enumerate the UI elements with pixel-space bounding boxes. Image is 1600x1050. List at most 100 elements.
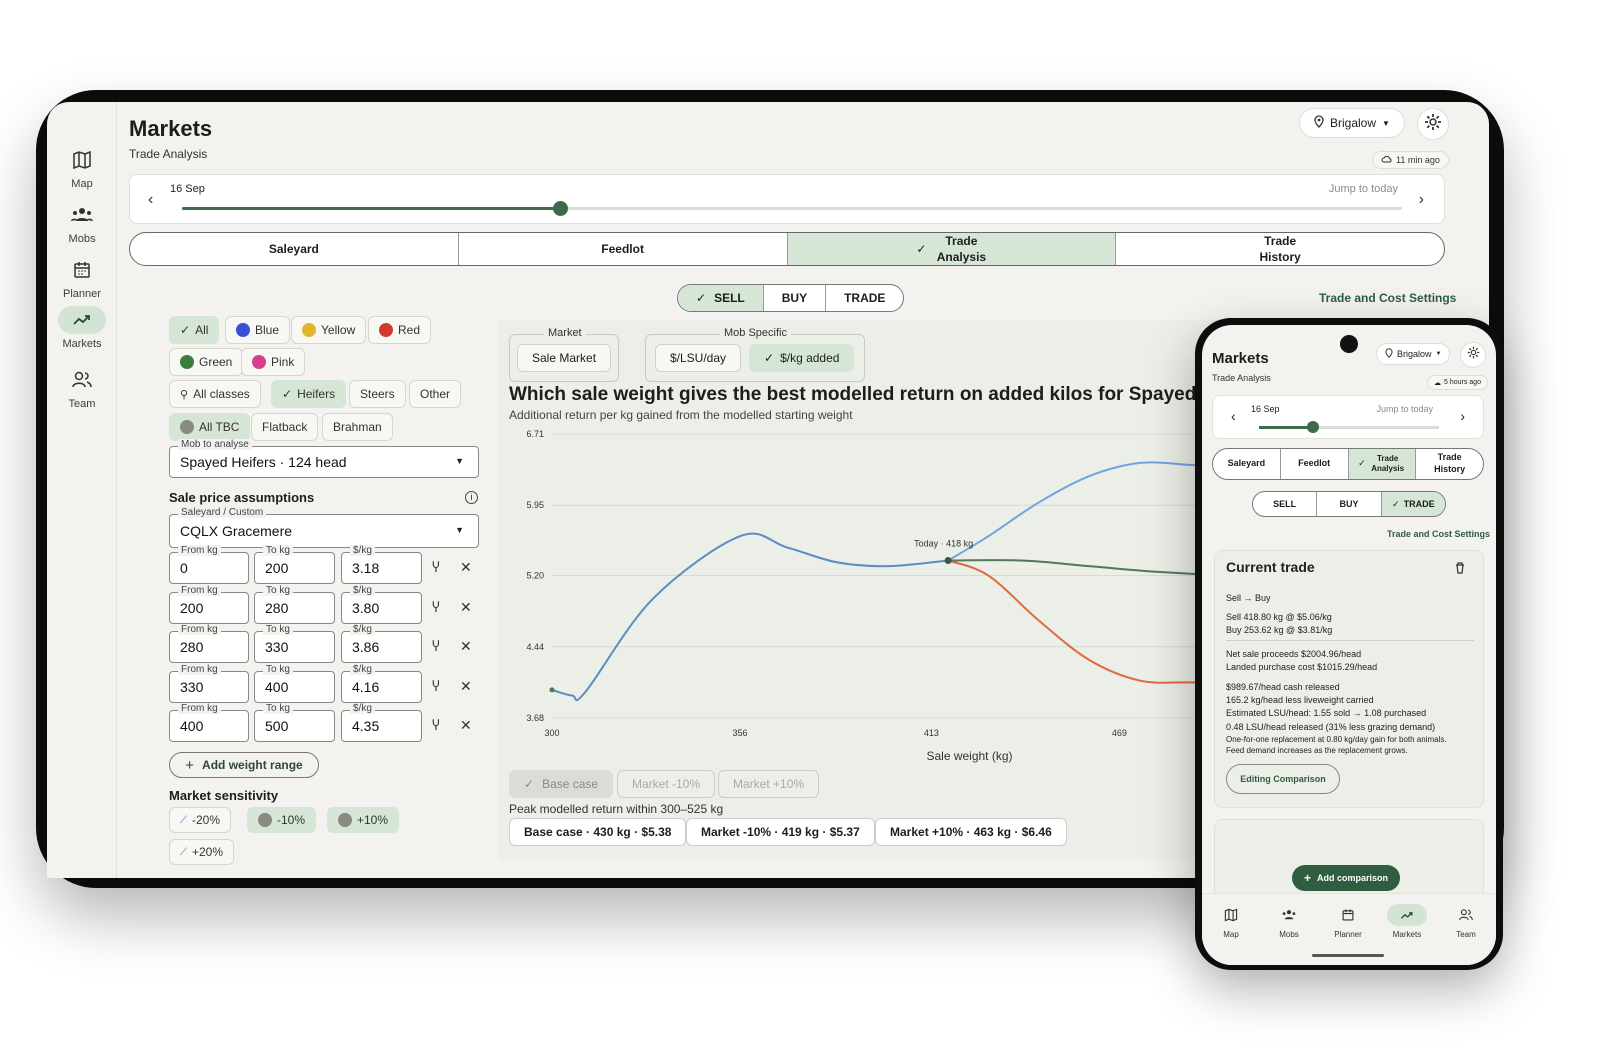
date-slider[interactable]: [182, 201, 1402, 216]
mob-select[interactable]: Mob to analyse Spayed Heifers · 124 head…: [169, 439, 479, 478]
nav-item-mobs[interactable]: Mobs: [47, 201, 117, 245]
filter-chip-brahman[interactable]: Brahman: [322, 413, 393, 441]
nav-item-map[interactable]: Map: [1202, 904, 1260, 939]
tab-trade-analysis[interactable]: ✓ Trade Analysis: [1348, 449, 1417, 479]
split-range-icon[interactable]: Ⴤ: [432, 639, 440, 655]
trade-cost-settings-link[interactable]: Trade and Cost Settings: [1319, 291, 1456, 305]
filter-chip-blue[interactable]: Blue: [225, 316, 291, 344]
info-icon[interactable]: i: [465, 491, 478, 504]
nav-label: Planner: [1334, 930, 1362, 939]
split-range-icon[interactable]: Ⴤ: [432, 600, 440, 616]
chevron-left-icon[interactable]: ‹: [148, 191, 153, 209]
chevron-right-icon[interactable]: ›: [1460, 408, 1465, 424]
phone-settings-button[interactable]: [1460, 342, 1486, 368]
settings-button[interactable]: [1417, 108, 1449, 140]
tab-trade-history[interactable]: Trade History: [1116, 233, 1444, 265]
phone-date-slider[interactable]: [1259, 421, 1439, 433]
split-range-icon[interactable]: Ⴤ: [432, 560, 440, 576]
nav-item-markets[interactable]: Markets: [1378, 904, 1436, 939]
sensitivity-chip-minus10[interactable]: -10%: [247, 807, 317, 833]
chevron-left-icon[interactable]: ‹: [1231, 408, 1236, 424]
nav-item-mobs[interactable]: Mobs: [1260, 904, 1318, 939]
jump-to-today[interactable]: Jump to today: [1376, 404, 1433, 414]
phone-trade-cost-settings-link[interactable]: Trade and Cost Settings: [1387, 529, 1490, 539]
slider-thumb[interactable]: [553, 201, 569, 216]
kg-added-chip[interactable]: ✓ $/kg added: [749, 344, 855, 372]
toggle-market-minus10[interactable]: Market -10%: [617, 770, 716, 798]
range-to-field[interactable]: To kg 400: [254, 663, 335, 703]
replacement-note: One-for-one replacement at 0.80 kg/day g…: [1226, 735, 1447, 744]
range-to-field[interactable]: To kg 200: [254, 545, 335, 584]
add-comparison-button[interactable]: + Add comparison: [1292, 865, 1401, 891]
filter-chip-all-classes[interactable]: ⚲ All classes: [169, 380, 261, 408]
chevron-right-icon[interactable]: ›: [1419, 191, 1424, 209]
sensitivity-chip-minus20[interactable]: ⟋ -20%: [169, 807, 232, 833]
filter-chip-green[interactable]: Green: [169, 348, 244, 376]
filter-chip-flatback[interactable]: Flatback: [251, 413, 319, 441]
remove-range-icon[interactable]: ✕: [460, 678, 472, 695]
mode-sell[interactable]: ✓ SELL: [678, 285, 764, 311]
split-range-icon[interactable]: Ⴤ: [432, 679, 440, 695]
toggle-base-case[interactable]: ✓ Base case: [509, 770, 614, 798]
remove-range-icon[interactable]: ✕: [460, 559, 472, 576]
saleyard-select[interactable]: Saleyard / Custom CQLX Gracemere ▼: [169, 507, 479, 548]
mode-buy[interactable]: BUY: [1317, 492, 1382, 516]
nav-item-team[interactable]: Team: [47, 366, 117, 410]
group-label: Mob Specific: [720, 327, 791, 339]
filter-chip-yellow[interactable]: Yellow: [291, 316, 367, 344]
mode-sell[interactable]: SELL: [1253, 492, 1318, 516]
editing-comparison-button[interactable]: Editing Comparison: [1226, 764, 1340, 794]
filter-chip-other[interactable]: Other: [409, 380, 462, 408]
jump-to-today[interactable]: Jump to today: [1329, 183, 1398, 195]
filter-chip-steers[interactable]: Steers: [349, 380, 406, 408]
filter-chip-pink[interactable]: Pink: [241, 348, 306, 376]
filter-chip-all-tbc[interactable]: All TBC: [169, 413, 251, 441]
sale-market-chip[interactable]: Sale Market: [517, 344, 612, 372]
range-to-field[interactable]: To kg 280: [254, 584, 335, 624]
nav-item-markets[interactable]: Markets: [47, 306, 117, 350]
slider-thumb[interactable]: [1307, 421, 1319, 433]
nav-item-team[interactable]: Team: [1437, 904, 1495, 939]
nav-item-planner[interactable]: Planner: [1319, 904, 1377, 939]
toggle-market-plus10[interactable]: Market +10%: [718, 770, 820, 798]
range-price-field[interactable]: $/kg 3.80: [341, 584, 422, 624]
range-price-field[interactable]: $/kg 3.86: [341, 624, 422, 663]
range-price-field[interactable]: $/kg 4.35: [341, 703, 422, 742]
phone-location-selector[interactable]: Brigalow ▼: [1376, 343, 1451, 365]
mode-trade[interactable]: ✓ TRADE: [1381, 492, 1445, 516]
range-price-field[interactable]: $/kg 4.16: [341, 663, 422, 703]
filter-chip-red[interactable]: Red: [368, 316, 432, 344]
range-from-field[interactable]: From kg 280: [169, 624, 249, 663]
range-price-field[interactable]: $/kg 3.18: [341, 545, 422, 584]
sensitivity-chip-plus10[interactable]: +10%: [327, 807, 400, 833]
split-range-icon[interactable]: Ⴤ: [432, 718, 440, 734]
remove-range-icon[interactable]: ✕: [460, 717, 472, 734]
tab-feedlot[interactable]: Feedlot: [1281, 449, 1349, 479]
tab-feedlot[interactable]: Feedlot: [459, 233, 788, 265]
sensitivity-chip-plus20[interactable]: ⟋ +20%: [169, 839, 235, 865]
field-value: 4.35: [352, 718, 380, 734]
range-from-field[interactable]: From kg 200: [169, 584, 249, 624]
filter-chip-heifers[interactable]: ✓ Heifers: [271, 380, 347, 408]
mode-buy[interactable]: BUY: [764, 285, 827, 311]
range-from-field[interactable]: From kg 400: [169, 703, 249, 742]
location-selector[interactable]: Brigalow ▼: [1299, 108, 1405, 138]
range-from-field[interactable]: From kg 330: [169, 663, 249, 703]
mode-trade[interactable]: TRADE: [826, 285, 903, 311]
add-weight-range-button[interactable]: + Add weight range: [169, 752, 319, 778]
remove-range-icon[interactable]: ✕: [460, 599, 472, 616]
tab-saleyard[interactable]: Saleyard: [1213, 449, 1281, 479]
trash-icon[interactable]: [1455, 561, 1465, 579]
tab-saleyard[interactable]: Saleyard: [130, 233, 459, 265]
remove-range-icon[interactable]: ✕: [460, 638, 472, 655]
blue-dot-icon: [236, 323, 250, 337]
range-from-field[interactable]: From kg 0: [169, 545, 249, 584]
nav-item-planner[interactable]: Planner: [47, 256, 117, 300]
range-to-field[interactable]: To kg 330: [254, 624, 335, 663]
lsu-day-chip[interactable]: $/LSU/day: [655, 344, 742, 372]
nav-item-map[interactable]: Map: [47, 146, 117, 190]
tab-trade-history[interactable]: Trade History: [1416, 449, 1483, 479]
filter-chip-all[interactable]: ✓ All: [169, 316, 220, 344]
range-to-field[interactable]: To kg 500: [254, 703, 335, 742]
tab-trade-analysis[interactable]: ✓ Trade Analysis: [787, 233, 1117, 265]
